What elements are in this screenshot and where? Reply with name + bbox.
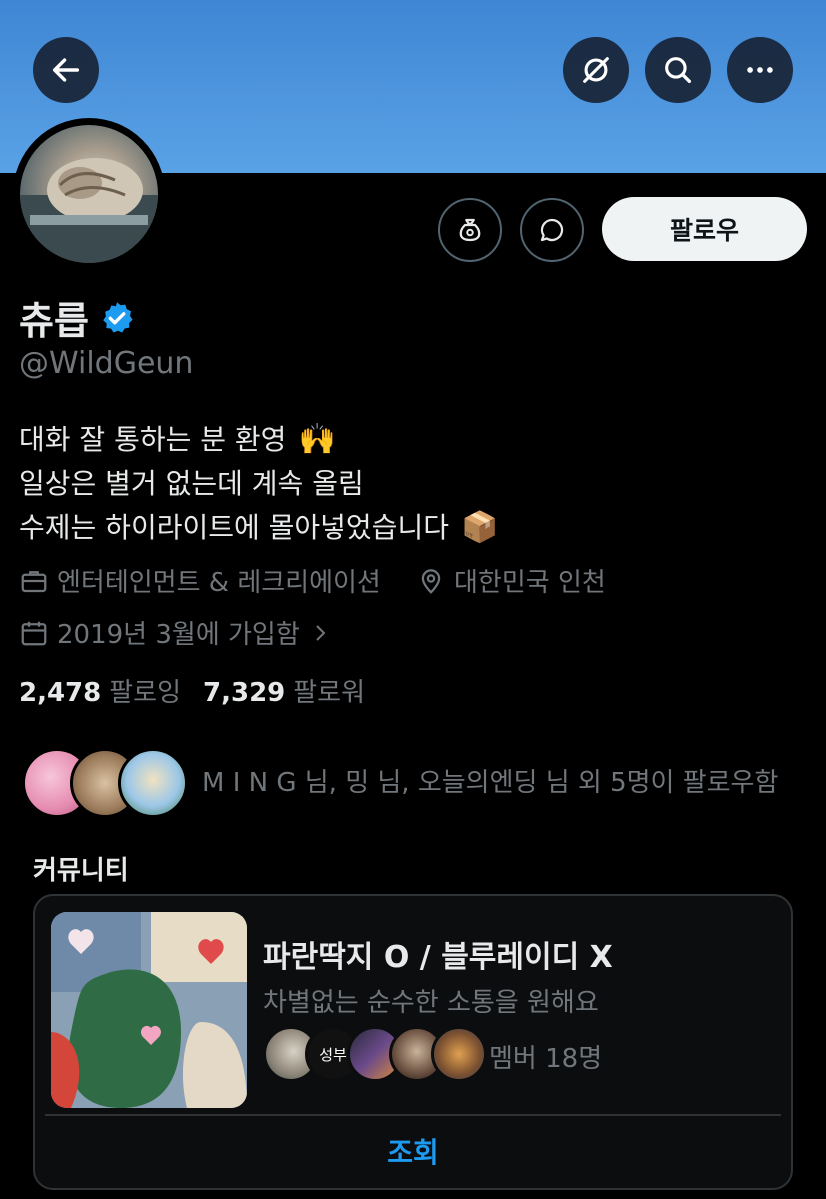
avatar-image bbox=[20, 125, 158, 263]
following-stat[interactable]: 2,478 팔로잉 bbox=[19, 672, 181, 709]
package-emoji: 📦 bbox=[460, 510, 499, 545]
community-image bbox=[51, 912, 247, 1108]
profile-category: 엔터테인먼트 & 레크리에이션 bbox=[19, 562, 381, 599]
profile-name: 츄릅 bbox=[19, 299, 89, 343]
money-bag-icon bbox=[459, 218, 481, 242]
profile-name-row: 츄릅 bbox=[19, 290, 135, 345]
location-pin-icon bbox=[421, 568, 441, 594]
bio-line: 수제는 하이라이트에 몰아넣었습니다 📦 bbox=[19, 506, 498, 550]
profile-joined[interactable]: 2019년 3월에 가입함 bbox=[19, 614, 340, 651]
verified-badge-icon[interactable] bbox=[99, 300, 135, 336]
followed-by-text[interactable]: M I N G 님, 밍 님, 오늘의엔딩 님 외 5명이 팔로우함 bbox=[202, 762, 778, 799]
following-label: 팔로잉 bbox=[109, 678, 182, 708]
community-member-avatars: 성부 bbox=[263, 1026, 487, 1082]
tip-button[interactable] bbox=[438, 198, 502, 262]
community-section-title: 커뮤니티 bbox=[33, 856, 129, 886]
community-name: 파란딱지 O / 블루레이디 X bbox=[263, 940, 613, 975]
bio-text: 대화 잘 통하는 분 환영 bbox=[19, 423, 287, 456]
profile-stats: 2,478 팔로잉 7,329 팔로워 bbox=[19, 672, 387, 709]
category-text: 엔터테인먼트 & 레크리에이션 bbox=[57, 568, 381, 598]
chevron-right-icon bbox=[316, 624, 326, 641]
arrow-left-icon bbox=[52, 58, 80, 82]
community-view-button[interactable]: 조회 bbox=[35, 1126, 791, 1180]
grok-button[interactable] bbox=[563, 37, 629, 103]
more-icon bbox=[747, 67, 773, 73]
grok-icon bbox=[583, 57, 609, 83]
bio-line: 일상은 별거 없는데 계속 올림 bbox=[19, 462, 498, 506]
community-card[interactable]: 파란딱지 O / 블루레이디 X 차별없는 순수한 소통을 원해요 성부 멤버 … bbox=[33, 894, 793, 1190]
back-button[interactable] bbox=[33, 37, 99, 103]
profile-location: 대한민국 인천 bbox=[416, 562, 606, 599]
joined-text: 2019년 3월에 가입함 bbox=[57, 620, 300, 650]
search-icon bbox=[665, 57, 692, 84]
community-member-count: 멤버 18명 bbox=[489, 1044, 603, 1074]
followers-stat[interactable]: 7,329 팔로워 bbox=[203, 672, 365, 709]
location-text: 대한민국 인천 bbox=[454, 568, 606, 598]
bio-line: 대화 잘 통하는 분 환영 🙌 bbox=[19, 418, 498, 462]
avatar bbox=[118, 748, 188, 818]
bio-text: 수제는 하이라이트에 몰아넣었습니다 bbox=[19, 511, 449, 544]
bio-text: 일상은 별거 없는데 계속 올림 bbox=[19, 467, 364, 500]
divider bbox=[45, 1114, 781, 1116]
profile-avatar[interactable] bbox=[13, 118, 165, 270]
following-count: 2,478 bbox=[19, 678, 102, 708]
followed-by-avatars[interactable] bbox=[22, 748, 188, 818]
calendar-icon bbox=[21, 621, 47, 645]
profile-bio: 대화 잘 통하는 분 환영 🙌 일상은 별거 없는데 계속 올림 수제는 하이라… bbox=[19, 418, 498, 550]
more-button[interactable] bbox=[727, 37, 793, 103]
followers-count: 7,329 bbox=[203, 678, 286, 708]
profile-handle: @WildGeun bbox=[19, 346, 194, 381]
raised-hands-emoji: 🙌 bbox=[298, 422, 336, 457]
search-button[interactable] bbox=[645, 37, 711, 103]
message-button[interactable] bbox=[520, 198, 584, 262]
community-description: 차별없는 순수한 소통을 원해요 bbox=[263, 988, 599, 1018]
followers-label: 팔로워 bbox=[293, 678, 366, 708]
follow-button[interactable]: 팔로우 bbox=[602, 197, 807, 261]
briefcase-icon bbox=[21, 570, 47, 592]
chat-bubble-icon bbox=[540, 218, 564, 242]
avatar bbox=[431, 1026, 487, 1082]
